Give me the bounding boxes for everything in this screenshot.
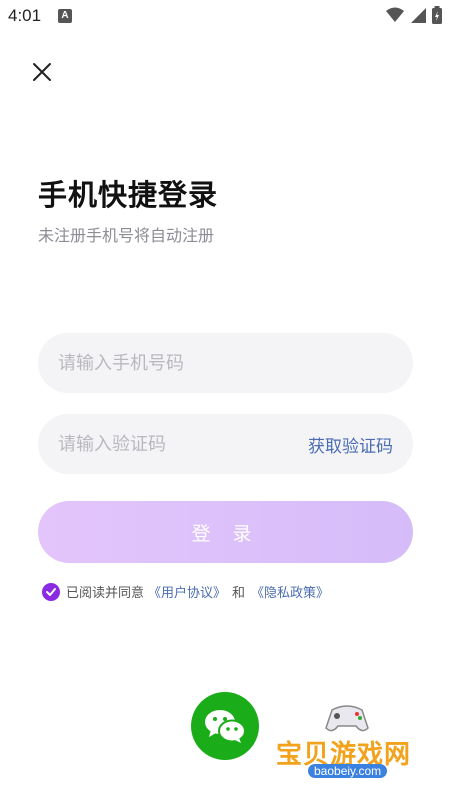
watermark-logo: 宝贝游戏网 baobeiy.com	[272, 700, 422, 795]
agreement-and: 和	[232, 586, 246, 601]
close-button[interactable]	[30, 60, 54, 84]
page-subtitle: 未注册手机号将自动注册	[38, 226, 215, 245]
wifi-icon	[386, 7, 404, 22]
wechat-login-button[interactable]	[191, 692, 259, 760]
phone-field	[38, 333, 413, 393]
get-code-button[interactable]: 获取验证码	[308, 432, 393, 457]
status-icons	[386, 6, 442, 24]
battery-icon	[432, 6, 442, 24]
agree-checkbox[interactable]	[42, 582, 60, 601]
notification-a-icon: A	[58, 9, 72, 23]
agreement-row: 已阅读并同意 《用户协议》 和 《隐私政策》	[42, 582, 329, 601]
wechat-icon	[205, 710, 246, 743]
user-agreement-link[interactable]: 《用户协议》	[148, 582, 226, 601]
code-input[interactable]	[58, 433, 308, 455]
login-button[interactable]: 登 录	[38, 501, 413, 563]
gamepad-icon	[325, 705, 369, 732]
phone-input[interactable]	[58, 352, 393, 374]
watermark-url: baobeiy.com	[308, 764, 388, 778]
status-time: 4:01	[8, 6, 42, 25]
status-bar: 4:01 A	[0, 0, 450, 32]
signal-icon	[411, 8, 426, 23]
check-icon	[46, 587, 56, 596]
page-title: 手机快捷登录	[38, 178, 219, 212]
code-field: 获取验证码	[38, 414, 413, 474]
agreement-prefix: 已阅读并同意	[66, 586, 145, 601]
privacy-policy-link[interactable]: 《隐私政策》	[251, 582, 329, 601]
close-icon	[33, 63, 51, 81]
